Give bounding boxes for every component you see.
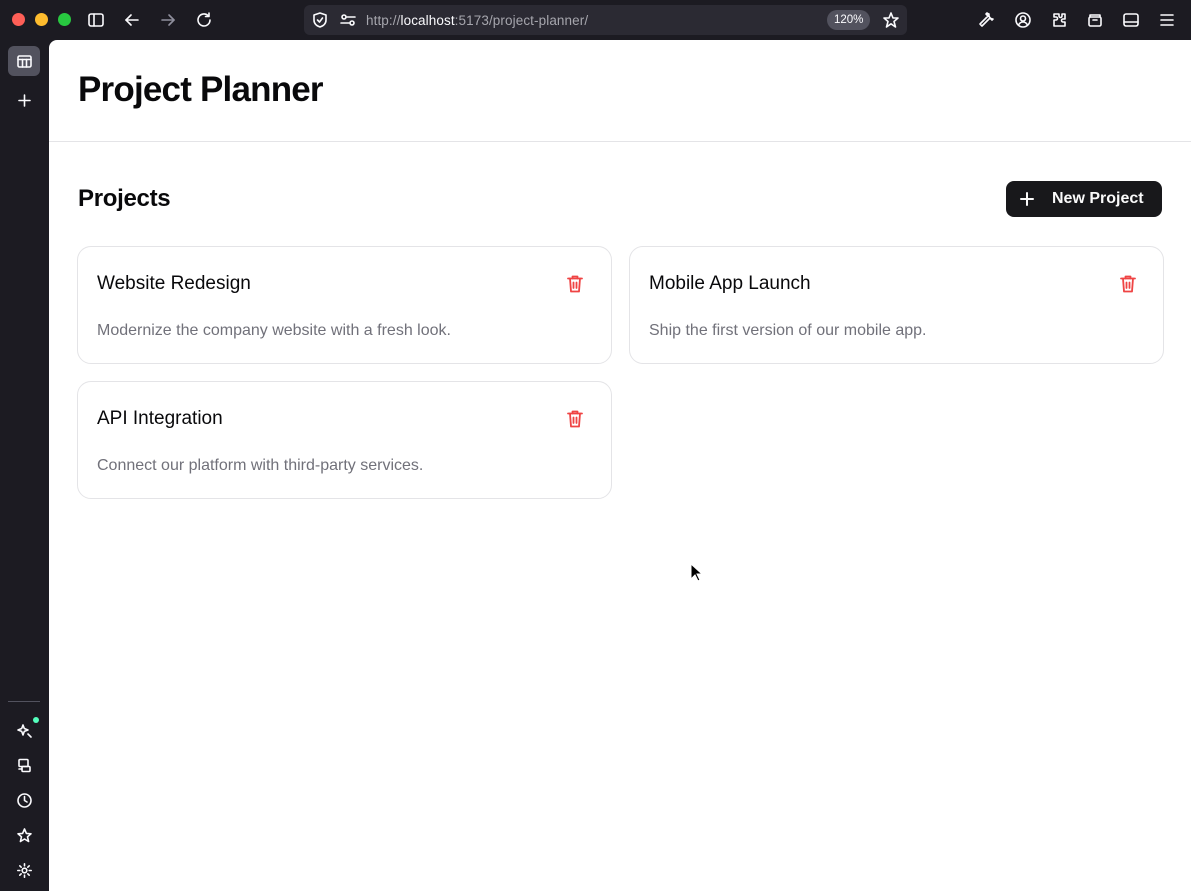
close-window-button[interactable] — [12, 13, 25, 26]
new-tab-plus-icon[interactable] — [8, 85, 40, 115]
mouse-cursor-icon — [690, 562, 704, 583]
project-card[interactable]: API Integration Connect our platform wit… — [77, 381, 612, 499]
reload-icon[interactable] — [194, 10, 214, 30]
project-title: API Integration — [97, 408, 223, 429]
bookmarks-star-icon[interactable] — [8, 820, 40, 850]
minimize-window-button[interactable] — [35, 13, 48, 26]
app-header: Project Planner — [49, 40, 1191, 142]
app-title: Project Planner — [78, 70, 324, 109]
tab-favicon-icon[interactable] — [8, 46, 40, 76]
back-arrow-icon[interactable] — [122, 10, 142, 30]
new-project-button[interactable]: New Project — [1006, 181, 1162, 217]
project-card[interactable]: Website Redesign Modernize the company w… — [77, 246, 612, 364]
project-description: Ship the first version of our mobile app… — [649, 322, 927, 339]
trash-icon[interactable] — [1119, 274, 1137, 294]
project-title: Website Redesign — [97, 273, 251, 294]
settings-gear-icon[interactable] — [8, 855, 40, 885]
synced-tabs-icon[interactable] — [8, 750, 40, 780]
page-viewport: Project Planner Projects New Project Web… — [49, 40, 1191, 891]
notification-dot — [33, 717, 39, 723]
hamburger-menu-icon[interactable] — [1157, 10, 1177, 30]
sidebar-divider — [8, 701, 40, 702]
url-text: http://localhost:5173/project-planner/ — [366, 13, 589, 28]
history-clock-icon[interactable] — [8, 785, 40, 815]
maximize-window-button[interactable] — [58, 13, 71, 26]
project-description: Modernize the company website with a fre… — [97, 322, 451, 339]
container-tab-icon[interactable] — [1085, 10, 1105, 30]
plus-icon — [1019, 191, 1035, 207]
new-project-button-label: New Project — [1052, 190, 1144, 207]
tracking-shield-icon[interactable] — [311, 11, 329, 29]
project-card[interactable]: Mobile App Launch Ship the first version… — [629, 246, 1164, 364]
address-bar[interactable]: http://localhost:5173/project-planner/ 1… — [304, 5, 907, 35]
project-description: Connect our platform with third-party se… — [97, 457, 424, 474]
browser-sidebar — [0, 40, 49, 891]
projects-heading: Projects — [78, 185, 171, 212]
wrench-icon[interactable] — [977, 10, 997, 30]
extensions-icon[interactable] — [1049, 10, 1069, 30]
project-title: Mobile App Launch — [649, 273, 811, 294]
site-permissions-icon[interactable] — [339, 11, 357, 29]
account-icon[interactable] — [1013, 10, 1033, 30]
zoom-level-badge[interactable]: 120% — [827, 10, 871, 30]
trash-icon[interactable] — [566, 274, 584, 294]
bookmark-star-icon[interactable] — [882, 11, 900, 29]
browser-toolbar: http://localhost:5173/project-planner/ 1… — [0, 0, 1191, 40]
forward-arrow-icon[interactable] — [158, 10, 178, 30]
sidebar-toggle-icon[interactable] — [86, 10, 106, 30]
sidebar-layout-icon[interactable] — [1121, 10, 1141, 30]
trash-icon[interactable] — [566, 409, 584, 429]
